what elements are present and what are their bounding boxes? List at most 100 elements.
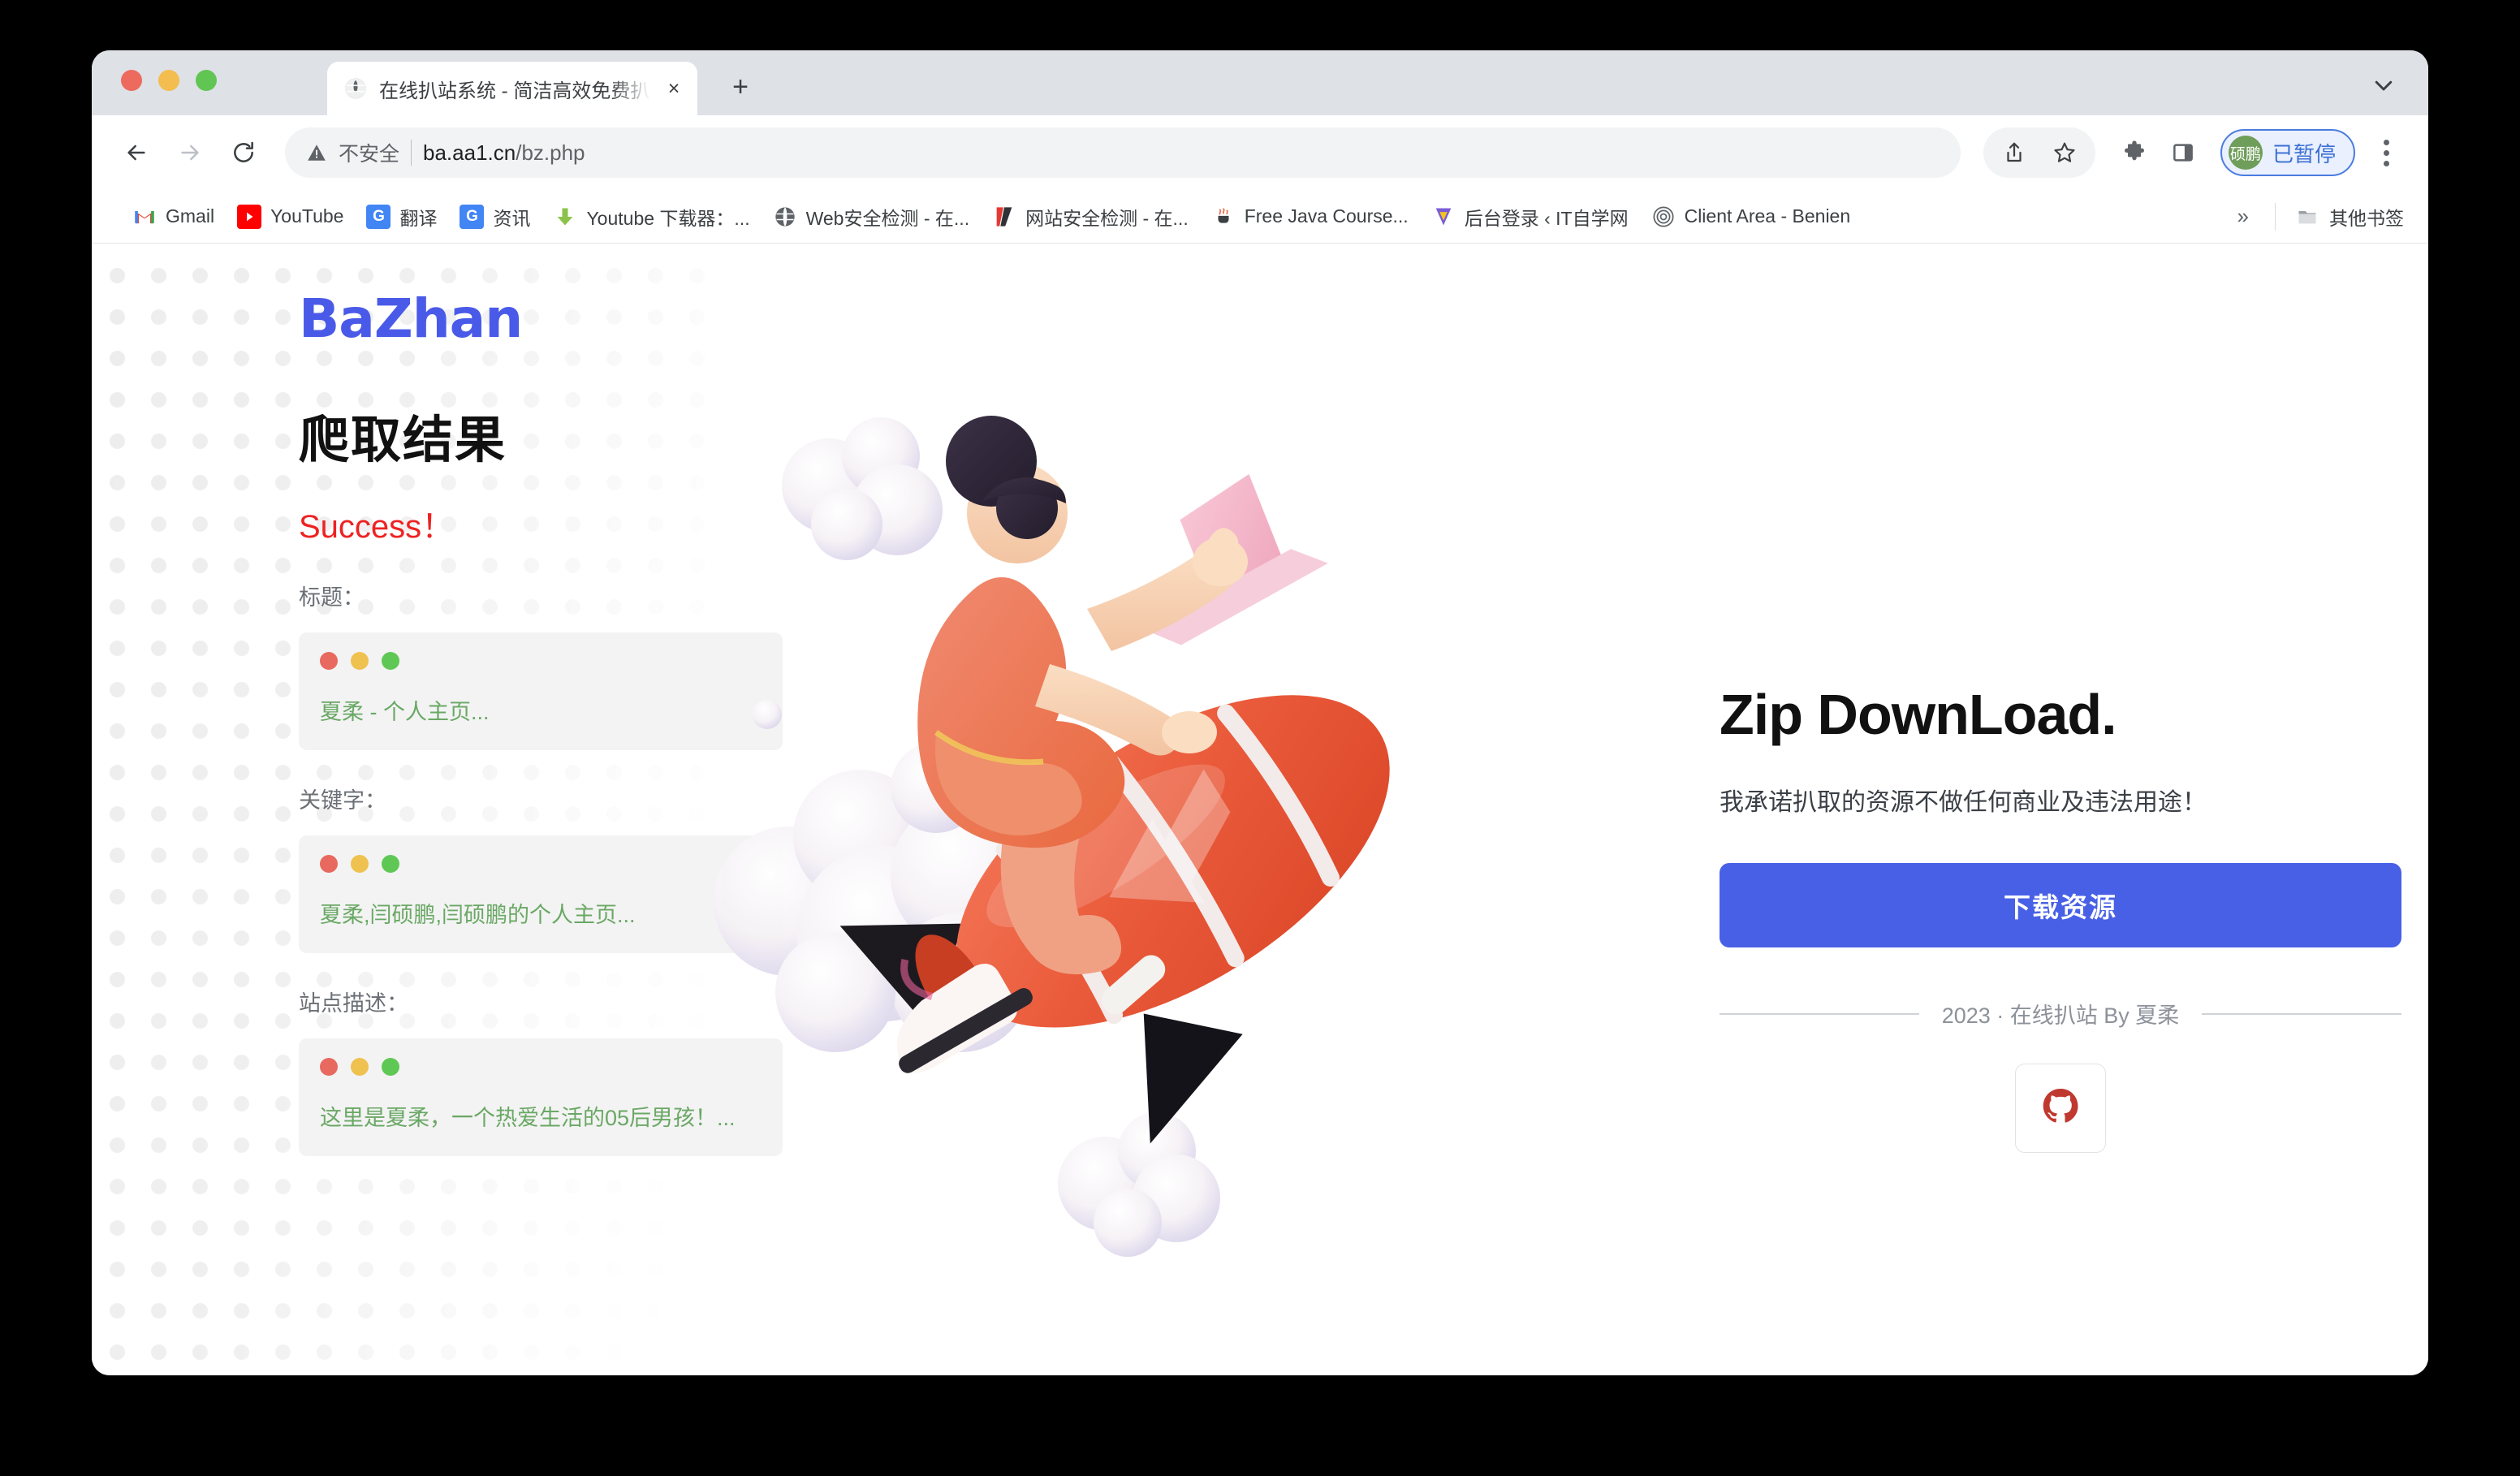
bookmark-label: Web安全检测 - 在...: [805, 207, 970, 229]
arrow-left-icon[interactable]: [113, 129, 160, 176]
warning-triangle-icon: [306, 142, 327, 163]
divider: [411, 140, 412, 166]
puzzle-piece-icon[interactable]: [2113, 132, 2155, 174]
omnibox-actions: [1983, 127, 2095, 178]
three-dot-menu-icon[interactable]: [2365, 132, 2407, 174]
bookmark-label: 翻译: [399, 207, 438, 229]
bookmark-web-security[interactable]: Web安全检测 - 在...: [762, 198, 982, 235]
url-host: ba.aa1.cn: [423, 140, 516, 165]
hair-bun: [996, 477, 1058, 539]
rocket-nozzle: [915, 934, 992, 1036]
result-card: 夏柔,闫硕鹏,闫硕鹏的个人主页...: [299, 835, 783, 953]
brand-logo: BaZhan: [299, 287, 523, 350]
red-black-flag-icon: [992, 204, 1017, 229]
rocket-fin: [1143, 1013, 1243, 1144]
bookmark-news[interactable]: G 资讯: [448, 198, 542, 235]
github-icon: [2042, 1088, 2079, 1129]
github-link-button[interactable]: [2015, 1064, 2106, 1153]
laptop-screen: [1180, 474, 1290, 622]
new-tab-button[interactable]: +: [722, 68, 759, 106]
browser-tab-title: 在线扒站系统 - 简洁高效免费扒站: [379, 80, 650, 102]
yellow-dot-icon: [351, 652, 369, 670]
page-content: BaZhan 爬取结果 Success！ 标题： 夏柔 - 个人主页... 关键…: [92, 244, 2428, 1375]
divider: [2275, 202, 2276, 231]
avatar: 硕鹏: [2228, 136, 2263, 170]
youtube-icon: [237, 204, 262, 229]
browser-toolbar: 不安全 ba.aa1.cn/bz.php 硕鹏 已暂停: [92, 115, 2428, 190]
bookmark-label: YouTube: [270, 205, 344, 227]
profile-chip[interactable]: 硕鹏 已暂停: [2220, 129, 2355, 176]
spiral-icon: [1651, 204, 1676, 229]
share-icon[interactable]: [1993, 132, 2035, 174]
close-icon[interactable]: ×: [662, 76, 686, 101]
hand-thumbs-up: [1193, 537, 1248, 586]
star-icon[interactable]: [2043, 132, 2086, 174]
java-coffee-icon: [1210, 204, 1236, 229]
minimize-window-button[interactable]: [158, 70, 179, 91]
bookmarks-overflow-button[interactable]: »: [2223, 204, 2263, 229]
field-value: 夏柔 - 个人主页...: [320, 700, 490, 724]
hand-typing: [1162, 711, 1217, 753]
other-bookmarks-label: 其他书签: [2329, 207, 2404, 229]
window-dots: [320, 652, 762, 670]
rocket-fin: [839, 923, 964, 1029]
field-label: 标题：: [299, 585, 365, 610]
download-title: Zip DownLoad.: [1720, 683, 2117, 746]
cloud-speck: [1138, 917, 1156, 934]
bookmark-client-area[interactable]: Client Area - Benien: [1640, 200, 1862, 234]
gmail-icon: [132, 204, 157, 229]
yellow-dot-icon: [351, 855, 369, 873]
field-title: 标题： 夏柔 - 个人主页...: [299, 580, 802, 750]
field-value: 这里是夏柔，一个热爱生活的05后男孩！...: [320, 1106, 736, 1130]
arm-typing: [1035, 664, 1183, 756]
arrow-right-icon: [166, 129, 214, 176]
address-bar[interactable]: 不安全 ba.aa1.cn/bz.php: [285, 127, 1961, 178]
red-dot-icon: [320, 855, 338, 873]
bookmark-gmail[interactable]: Gmail: [121, 200, 226, 234]
shoe: [896, 958, 1033, 1073]
bookmarks-bar: Gmail YouTube G 翻译 G 资讯 Youtube 下载器：...: [92, 190, 2428, 244]
reload-icon[interactable]: [220, 129, 267, 176]
cloud-top: [782, 417, 943, 560]
chevron-down-icon[interactable]: [2367, 68, 2401, 102]
globe-icon: [343, 76, 368, 101]
result-card: 夏柔 - 个人主页...: [299, 632, 783, 750]
field-description: 站点描述： 这里是夏柔，一个热爱生活的05后男孩！...: [299, 986, 802, 1156]
status-badge: Success！: [299, 509, 455, 545]
globe-gray-icon: [772, 204, 797, 229]
google-translate-icon: G: [366, 204, 391, 229]
side-panel-icon[interactable]: [2162, 132, 2204, 174]
bookmark-translate[interactable]: G 翻译: [355, 198, 448, 235]
red-dot-icon: [320, 1058, 338, 1076]
bookmark-youtube[interactable]: YouTube: [226, 200, 355, 234]
bookmark-label: 资讯: [493, 207, 531, 229]
browser-window: 在线扒站系统 - 简洁高效免费扒站 × + 不安全 ba.aa1.cn/bz.p…: [92, 50, 2428, 1375]
field-label: 关键字：: [299, 788, 386, 813]
maximize-window-button[interactable]: [196, 70, 217, 91]
window-dots: [320, 1058, 762, 1076]
footer: 2023 · 在线扒站 By 夏柔: [1720, 998, 2402, 1029]
browser-tab[interactable]: 在线扒站系统 - 简洁高效免费扒站 ×: [327, 62, 697, 115]
other-bookmarks-button[interactable]: 其他书签: [2287, 198, 2412, 235]
window-traffic-lights: [121, 70, 217, 91]
hair-bun: [946, 416, 1037, 507]
purple-v-icon: [1430, 204, 1456, 229]
bookmark-youtube-downloader[interactable]: Youtube 下载器：...: [542, 198, 761, 235]
bookmark-label: 网站安全检测 - 在...: [1025, 207, 1189, 229]
security-status-label: 不安全: [339, 143, 400, 166]
bookmark-admin-login[interactable]: 后台登录 ‹ IT自学网: [1420, 198, 1640, 235]
bookmark-site-security[interactable]: 网站安全检测 - 在...: [981, 198, 1200, 235]
leg: [1000, 801, 1122, 975]
download-panel: Zip DownLoad. 我承诺扒取的资源不做任何商业及违法用途！ 下载资源 …: [1720, 683, 2402, 1153]
red-dot-icon: [320, 652, 338, 670]
laptop-keyboard: [1143, 549, 1328, 645]
download-button[interactable]: 下载资源: [1720, 863, 2401, 947]
bookmark-java-course[interactable]: Free Java Course...: [1200, 200, 1420, 234]
bookmark-label: Gmail: [166, 205, 215, 227]
close-window-button[interactable]: [121, 70, 142, 91]
divider: [2202, 1012, 2402, 1015]
google-news-icon: G: [460, 204, 485, 229]
cloud-bottom-right: [1058, 1112, 1220, 1257]
window-dots: [320, 855, 762, 873]
rocket-stripe: [1102, 754, 1245, 968]
